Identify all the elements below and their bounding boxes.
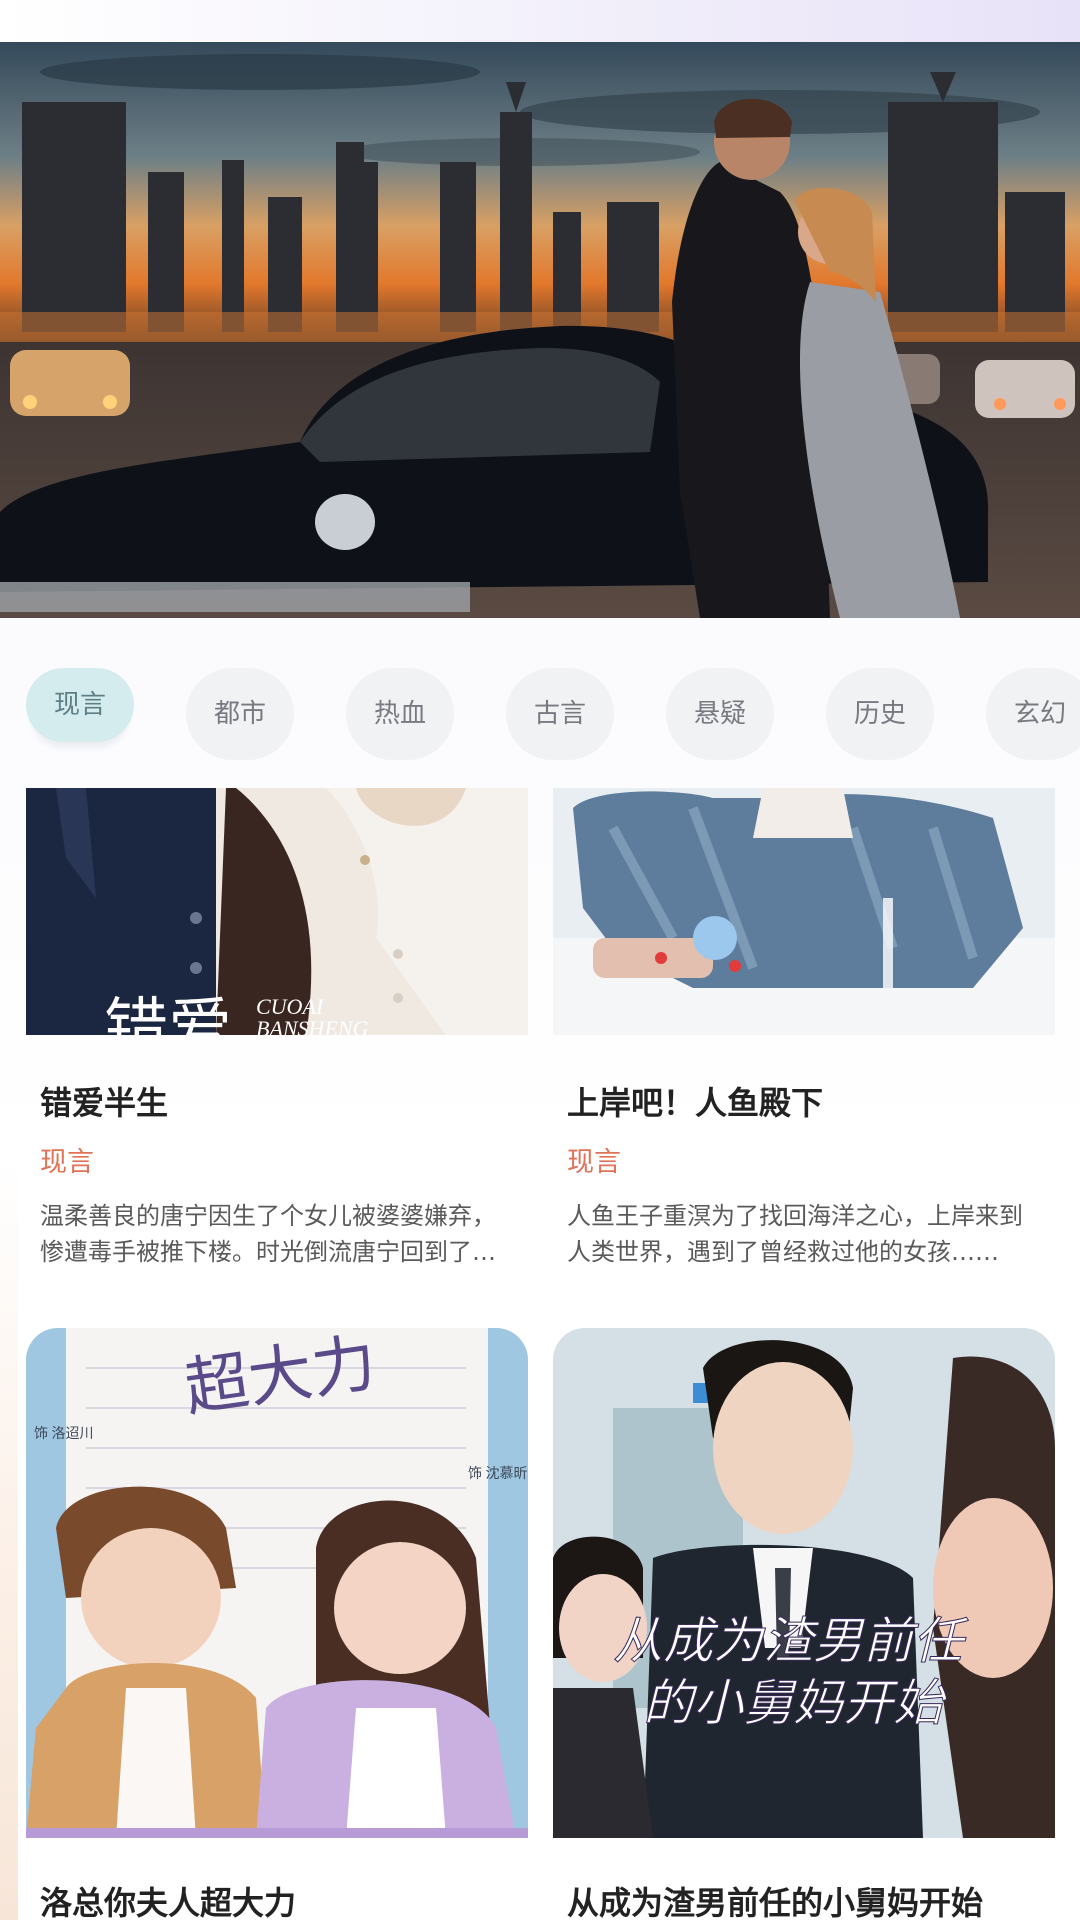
drama-title[interactable]: 错爱半生	[40, 1078, 168, 1124]
drama-cover[interactable]: 超大力 饰 洛迢川 饰 沈慕昕	[26, 1328, 528, 1838]
cover-title-text: 从成为渣男前任	[613, 1613, 969, 1669]
tab-category-dushi[interactable]: 都市	[186, 668, 294, 760]
side-glow	[0, 1160, 18, 1920]
drama-cover[interactable]: 从成为渣男前任 的小舅妈开始	[553, 1328, 1055, 1838]
tab-category-xianyan[interactable]: 现言	[26, 668, 134, 742]
cover-title-text: 错爱	[104, 993, 232, 1035]
cover-title-text-2: 的小舅妈开始	[643, 1675, 947, 1731]
drama-description: 温柔善良的唐宁因生了个女儿被婆婆嫌弃，惨遭毒手被推下楼。时光倒流唐宁回到了过去，…	[40, 1202, 496, 1266]
tab-category-guyan[interactable]: 古言	[506, 668, 614, 760]
tab-category-rexue[interactable]: 热血	[346, 668, 454, 760]
hero-banner-image	[0, 42, 1080, 618]
hero-banner[interactable]	[0, 42, 1080, 618]
tab-category-xuanyi[interactable]: 悬疑	[666, 668, 774, 760]
cover-image: 超大力 饰 洛迢川 饰 沈慕昕	[26, 1328, 528, 1838]
home-feed-page: 现言 都市 热血 古言 悬疑 历史 玄幻 错爱 CUOAI BANSHENG 错…	[0, 0, 1080, 1920]
drama-title[interactable]: 从成为渣男前任的小舅妈开始	[567, 1878, 983, 1920]
tab-category-xuanhuan[interactable]: 玄幻	[986, 668, 1080, 760]
status-area	[0, 0, 1080, 42]
cover-subtitle-text-2: BANSHENG	[256, 1016, 369, 1035]
cover-image: 从成为渣男前任 的小舅妈开始	[553, 1328, 1055, 1838]
drama-genre-tag: 现言	[567, 1147, 621, 1178]
category-tabs: 现言 都市 热血 古言 悬疑 历史 玄幻	[26, 668, 1080, 760]
tab-category-lishi[interactable]: 历史	[826, 668, 934, 760]
drama-title[interactable]: 洛总你夫人超大力	[40, 1878, 296, 1920]
cover-image	[553, 788, 1055, 1035]
drama-description: 人鱼王子重溟为了找回海洋之心，上岸来到人类世界，遇到了曾经救过他的女孩……	[567, 1202, 1023, 1266]
drama-genre-tag: 现言	[40, 1147, 94, 1178]
cover-cast-text-2: 饰 沈慕昕	[468, 1466, 528, 1482]
cover-cast-text: 饰 洛迢川	[34, 1426, 94, 1442]
drama-title[interactable]: 上岸吧！人鱼殿下	[567, 1078, 823, 1124]
drama-cover[interactable]: 错爱 CUOAI BANSHENG	[26, 788, 528, 1035]
drama-cover[interactable]	[553, 788, 1055, 1035]
cover-image: 错爱 CUOAI BANSHENG	[26, 788, 528, 1035]
